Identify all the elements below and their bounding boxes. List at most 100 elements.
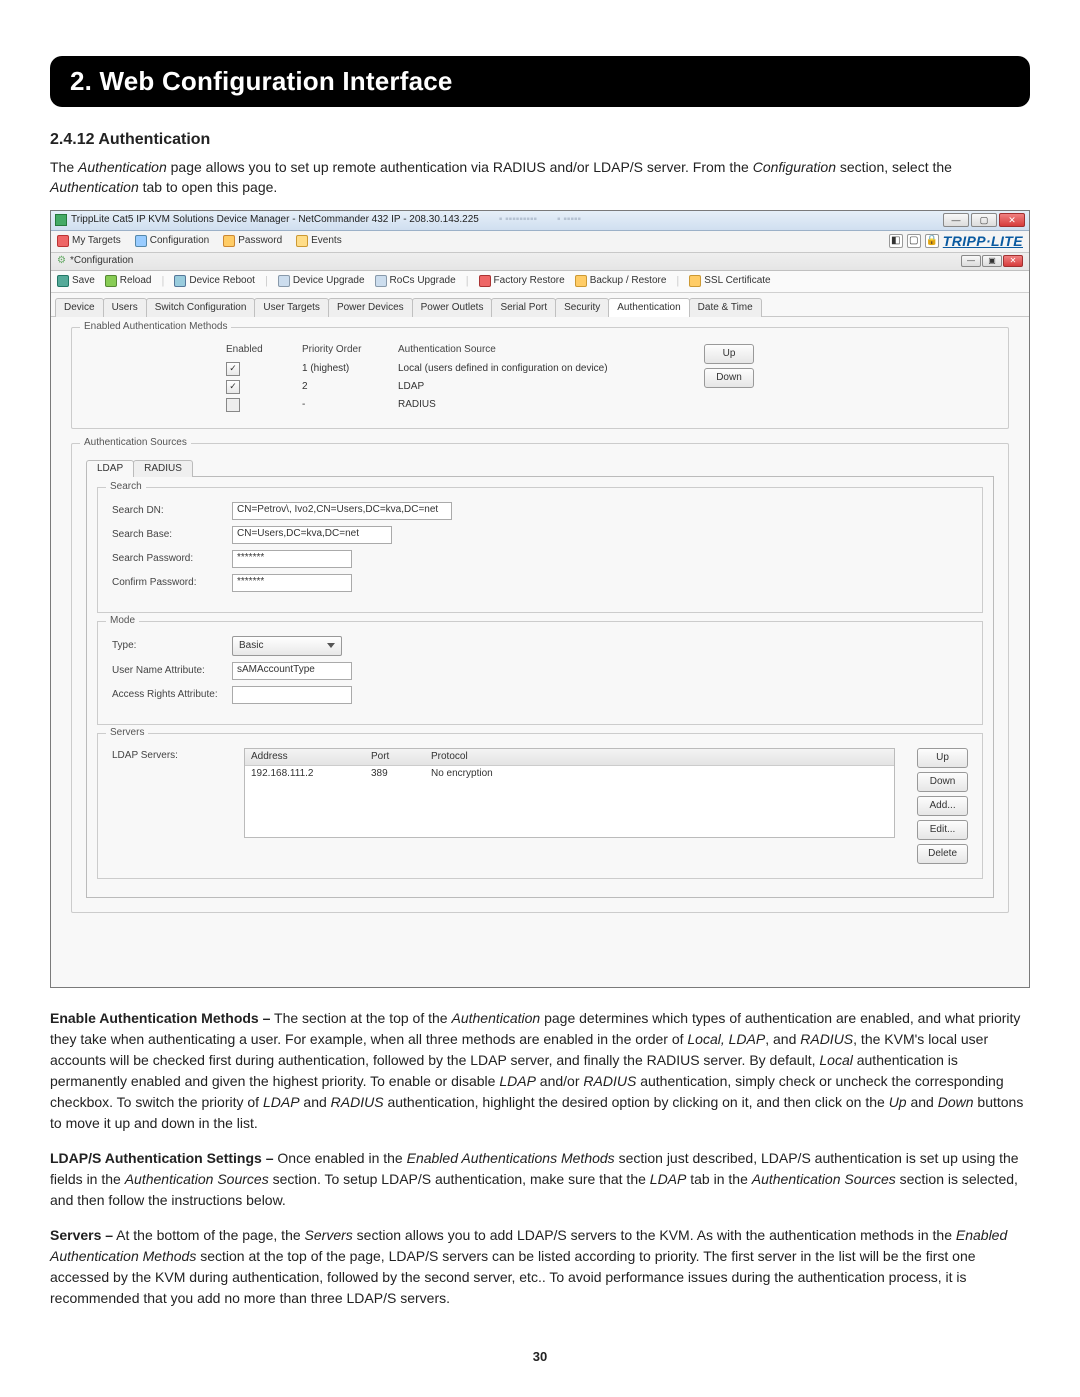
tab-date-time[interactable]: Date & Time — [689, 298, 762, 317]
action-save[interactable]: Save — [57, 275, 95, 287]
checkbox-local[interactable]: ✓ — [226, 362, 240, 376]
page-number: 30 — [50, 1349, 1030, 1364]
window-close-button[interactable]: ✕ — [999, 213, 1025, 227]
priority-0: 1 (highest) — [302, 360, 382, 378]
servers-up-button[interactable]: Up — [917, 748, 968, 768]
subwindow-min-button[interactable]: — — [961, 255, 981, 267]
servers-listbox[interactable]: Address Port Protocol 192.168.111.2 389 … — [244, 748, 895, 838]
rights-attr-input[interactable] — [232, 686, 352, 704]
toolbar-item-password[interactable]: Password — [223, 235, 282, 247]
toolbar-icon-2[interactable]: ▢ — [907, 234, 921, 248]
window-max-button[interactable]: ▢ — [971, 213, 997, 227]
tab-security[interactable]: Security — [555, 298, 609, 317]
servers-delete-button[interactable]: Delete — [917, 844, 968, 864]
tab-authentication[interactable]: Authentication — [608, 298, 689, 317]
config-subwindow-title: *Configuration — [70, 255, 133, 267]
auth-sources-fieldset: Authentication Sources LDAP RADIUS Searc… — [71, 443, 1009, 913]
events-icon — [296, 235, 308, 247]
config-subwindow-bar: ⚙ *Configuration — ▣ ✕ — [51, 253, 1029, 271]
action-device-upgrade[interactable]: Device Upgrade — [278, 275, 365, 287]
confirm-password-input[interactable]: ******* — [232, 574, 352, 592]
tab-serial-port[interactable]: Serial Port — [491, 298, 556, 317]
toolbar-icon-1[interactable]: ◧ — [889, 234, 903, 248]
gear-icon: ⚙ — [57, 255, 66, 267]
window-min-button[interactable]: — — [943, 213, 969, 227]
source-1: LDAP — [398, 378, 628, 396]
servers-legend: Servers — [106, 727, 148, 739]
ghost-text-1: ▪ ▪▪▪▪▪▪▪▪▪ — [499, 214, 537, 226]
tab-radius[interactable]: RADIUS — [133, 460, 193, 477]
checkbox-ldap[interactable]: ✓ — [226, 380, 240, 394]
ldap-servers-label: LDAP Servers: — [112, 748, 232, 762]
toolbar-separator: | — [265, 275, 268, 288]
toolbar-item-configuration[interactable]: Configuration — [135, 235, 209, 247]
chevron-down-icon — [327, 643, 335, 648]
action-rocs-upgrade[interactable]: RoCs Upgrade — [375, 275, 456, 287]
server-row[interactable]: 192.168.111.2 389 No encryption — [245, 766, 894, 782]
methods-up-button[interactable]: Up — [704, 344, 754, 364]
toolbar-separator: | — [162, 275, 165, 288]
rights-attr-label: Access Rights Attribute: — [112, 689, 232, 701]
toolbar-separator: | — [466, 275, 469, 288]
priority-2: - — [302, 396, 382, 414]
tab-user-targets[interactable]: User Targets — [254, 298, 329, 317]
search-base-label: Search Base: — [112, 529, 232, 541]
section-banner: 2. Web Configuration Interface — [50, 56, 1030, 107]
tab-users[interactable]: Users — [103, 298, 147, 317]
mode-legend: Mode — [106, 615, 139, 627]
col-source: Authentication Source — [398, 344, 628, 356]
window-titlebar: TrippLite Cat5 IP KVM Solutions Device M… — [51, 211, 1029, 231]
subwindow-max-button[interactable]: ▣ — [982, 255, 1002, 267]
action-backup-restore[interactable]: Backup / Restore — [575, 275, 667, 287]
save-icon — [57, 275, 69, 287]
enabled-methods-fieldset: Enabled Authentication Methods Enabled ✓… — [71, 327, 1009, 429]
rocs-upgrade-icon — [375, 275, 387, 287]
brand-logo: TRIPP·LITE — [943, 233, 1023, 250]
search-password-input[interactable]: ******* — [232, 550, 352, 568]
tab-ldap[interactable]: LDAP — [86, 460, 134, 477]
source-0: Local (users defined in configuration on… — [398, 360, 628, 378]
password-icon — [223, 235, 235, 247]
toolbar-item-events[interactable]: Events — [296, 235, 342, 247]
user-attr-input[interactable]: sAMAccountType — [232, 662, 352, 680]
upgrade-icon — [278, 275, 290, 287]
action-device-reboot[interactable]: Device Reboot — [174, 275, 255, 287]
servers-add-button[interactable]: Add... — [917, 796, 968, 816]
tab-power-outlets[interactable]: Power Outlets — [412, 298, 493, 317]
tab-switch-configuration[interactable]: Switch Configuration — [146, 298, 256, 317]
lock-icon[interactable]: 🔒 — [925, 234, 939, 248]
type-label: Type: — [112, 640, 232, 652]
servers-col-address: Address — [251, 751, 371, 763]
col-enabled: Enabled — [226, 344, 286, 356]
source-2: RADIUS — [398, 396, 628, 414]
methods-down-button[interactable]: Down — [704, 368, 754, 388]
action-ssl-certificate[interactable]: SSL Certificate — [689, 275, 770, 287]
servers-edit-button[interactable]: Edit... — [917, 820, 968, 840]
tab-power-devices[interactable]: Power Devices — [328, 298, 413, 317]
ssl-icon — [689, 275, 701, 287]
toolbar-separator: | — [676, 275, 679, 288]
servers-down-button[interactable]: Down — [917, 772, 968, 792]
main-toolbar: My Targets Configuration Password Events… — [51, 231, 1029, 253]
para-enable-methods: Enable Authentication Methods – The sect… — [50, 1008, 1030, 1134]
toolbar-item-my-targets[interactable]: My Targets — [57, 235, 121, 247]
subwindow-close-button[interactable]: ✕ — [1003, 255, 1023, 267]
priority-1: 2 — [302, 378, 382, 396]
action-factory-restore[interactable]: Factory Restore — [479, 275, 565, 287]
backup-icon — [575, 275, 587, 287]
checkbox-radius[interactable] — [226, 398, 240, 412]
subsection-heading: 2.4.12 Authentication — [50, 131, 1030, 149]
confirm-password-label: Confirm Password: — [112, 577, 232, 589]
type-select[interactable]: Basic — [232, 636, 342, 656]
servers-col-port: Port — [371, 751, 431, 763]
servers-col-protocol: Protocol — [431, 751, 888, 763]
enabled-methods-legend: Enabled Authentication Methods — [80, 321, 231, 333]
search-dn-label: Search DN: — [112, 505, 232, 517]
search-base-input[interactable]: CN=Users,DC=kva,DC=net — [232, 526, 392, 544]
search-fieldset: Search Search DN: CN=Petrov\, Ivo2,CN=Us… — [97, 487, 983, 613]
search-dn-input[interactable]: CN=Petrov\, Ivo2,CN=Users,DC=kva,DC=net — [232, 502, 452, 520]
action-reload[interactable]: Reload — [105, 275, 152, 287]
col-priority: Priority Order — [302, 344, 382, 356]
tab-device[interactable]: Device — [55, 298, 104, 317]
targets-icon — [57, 235, 69, 247]
